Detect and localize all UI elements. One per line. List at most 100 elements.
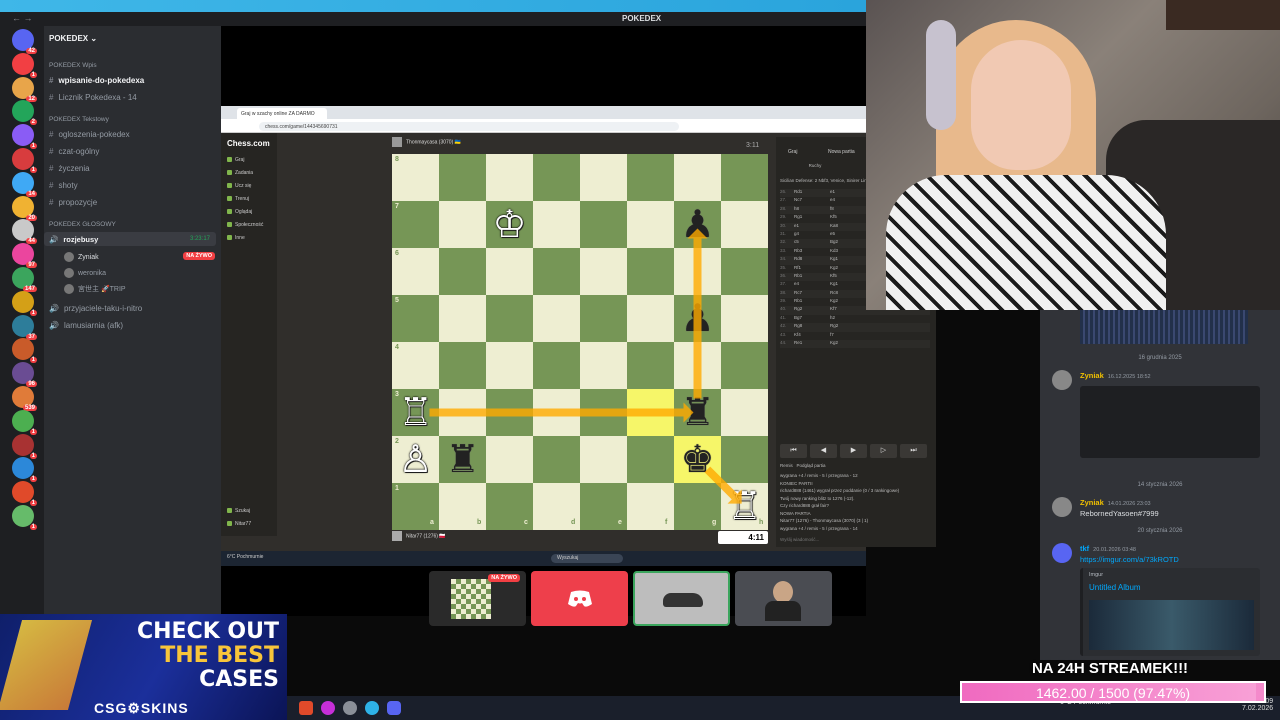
square-b5[interactable] (439, 295, 486, 342)
black-rook-g3-icon[interactable]: ♜ (674, 389, 721, 436)
server-icon[interactable]: 12 (12, 76, 37, 102)
white-pawn-icon[interactable]: ♙ (392, 436, 439, 483)
white-move[interactable]: e4 (794, 281, 830, 286)
square-d3[interactable] (533, 389, 580, 436)
remis-link[interactable]: Remis (780, 463, 793, 468)
server-icon[interactable]: 1 (12, 52, 37, 78)
square-f6[interactable] (627, 248, 674, 295)
square-c6[interactable] (486, 248, 533, 295)
brave-icon[interactable] (299, 701, 313, 715)
white-move[interactable]: c5 (794, 239, 830, 244)
square-h8[interactable] (721, 154, 768, 201)
square-f5[interactable] (627, 295, 674, 342)
browser-icon[interactable] (365, 701, 379, 715)
server-icon[interactable]: 1 (12, 505, 37, 530)
white-move[interactable]: Rg1 (794, 214, 830, 219)
black-move[interactable]: Kf5 (830, 214, 837, 219)
next-move-button[interactable]: ▶ (840, 444, 867, 458)
first-move-button[interactable]: ⏮ (780, 444, 807, 458)
server-icon[interactable]: 1 (12, 481, 37, 507)
last-move-button[interactable]: ⏭ (900, 444, 927, 458)
white-rook-icon[interactable]: ♖ (392, 389, 439, 436)
server-icon[interactable]: 1 (12, 338, 37, 364)
square-a6[interactable] (392, 248, 439, 295)
app-icon[interactable] (321, 701, 335, 715)
square-b3[interactable] (439, 389, 486, 436)
square-e5[interactable] (580, 295, 627, 342)
channel-shoty[interactable]: # shoty (49, 181, 78, 190)
square-c5[interactable] (486, 295, 533, 342)
avatar[interactable] (1052, 543, 1072, 563)
white-move[interactable]: Rd1 (794, 189, 830, 194)
channel-licznik[interactable]: # Licznik Pokedexa - 14 (49, 93, 137, 102)
square-f3[interactable] (627, 389, 674, 436)
channel-czat[interactable]: # czat-ogólny (49, 147, 99, 156)
black-move[interactable]: Kg1 (830, 281, 838, 286)
black-move[interactable]: e5 (830, 231, 835, 236)
server-icon[interactable]: 14 (12, 171, 37, 197)
white-move[interactable]: Rb1 (794, 273, 830, 278)
white-move[interactable]: Rf1 (794, 265, 830, 270)
white-move[interactable]: g4 (794, 231, 830, 236)
white-move[interactable]: Bg7 (794, 315, 830, 320)
message-link[interactable]: https://imgur.com/a/73kROTD (1080, 555, 1179, 564)
black-king-icon[interactable]: ♚ (674, 436, 721, 483)
voice-user-weronika[interactable]: weronika (64, 268, 106, 278)
square-g6[interactable] (674, 248, 721, 295)
server-icon[interactable]: 42 (12, 29, 37, 54)
white-move[interactable]: e1 (794, 223, 830, 228)
black-move[interactable]: Rg2 (830, 323, 838, 328)
move-row[interactable]: 42. Rg8 Rg2 (780, 323, 930, 332)
server-icon[interactable]: 539 (12, 386, 37, 411)
inner-search[interactable]: Wyszukaj (551, 554, 623, 563)
prev-move-button[interactable]: ◀ (810, 444, 837, 458)
square-a5[interactable] (392, 295, 439, 342)
category-tekstowy[interactable]: POKEDEX Tekstowy (49, 116, 109, 123)
square-e2[interactable] (580, 436, 627, 483)
square-b7[interactable] (439, 201, 486, 248)
square-c8[interactable] (486, 154, 533, 201)
server-icon[interactable]: 1 (12, 457, 37, 483)
tab-nowa-partia[interactable]: Nowa partia (828, 149, 855, 155)
embed-image[interactable] (1089, 600, 1254, 650)
black-move[interactable]: Kf5 (830, 273, 837, 278)
url-field[interactable]: chess.com/game/144345690731 (259, 122, 679, 131)
black-move[interactable]: Kg1 (830, 256, 838, 261)
white-move[interactable]: Rg2 (794, 306, 830, 311)
server-icon[interactable]: 97 (12, 243, 37, 269)
white-move[interactable]: Rb3 (794, 248, 830, 253)
discord-tile[interactable] (531, 571, 628, 626)
square-f7[interactable] (627, 201, 674, 248)
white-move[interactable]: Nc7 (794, 197, 830, 202)
menu-inne[interactable]: Inne (227, 235, 245, 241)
square-c4[interactable] (486, 342, 533, 389)
square-d5[interactable] (533, 295, 580, 342)
square-b6[interactable] (439, 248, 486, 295)
voice-user-zyniak[interactable]: Zyniak (64, 252, 99, 262)
avatar[interactable] (1052, 497, 1072, 517)
square-a7[interactable] (392, 201, 439, 248)
square-d7[interactable] (533, 201, 580, 248)
square-g4[interactable] (674, 342, 721, 389)
menu-zadania[interactable]: Zadania (227, 170, 253, 176)
server-icon[interactable]: 1 (12, 290, 37, 316)
white-move[interactable]: h8 (794, 206, 830, 211)
square-d2[interactable] (533, 436, 580, 483)
embed-title[interactable]: Untitled Album (1089, 583, 1141, 592)
settings-icon[interactable] (343, 701, 357, 715)
white-move[interactable]: Re1 (794, 340, 830, 345)
server-icon[interactable]: 20 (12, 195, 37, 221)
white-move[interactable]: Rb1 (794, 298, 830, 303)
black-move[interactable]: Ka8 (830, 223, 838, 228)
square-h2[interactable] (721, 436, 768, 483)
channel-wpisanie[interactable]: # wpisanie-do-pokedexa (49, 76, 144, 85)
black-move[interactable]: f7 (830, 332, 834, 337)
square-e4[interactable] (580, 342, 627, 389)
server-icon[interactable]: 1 (12, 124, 37, 150)
menu-profile[interactable]: Nitar77 (227, 521, 251, 527)
server-icon[interactable]: 1 (12, 148, 37, 173)
chesscom-logo[interactable]: Chess.com (227, 139, 270, 148)
menu-szukaj[interactable]: Szukaj (227, 508, 250, 514)
chess-board[interactable]: 8 7 6 5 4 3 2 1 a b c d e f g h ♔ ♖ ♙ ♖ ♜ ♜ ♟ ♟ ♚ (392, 154, 768, 530)
chess-stream-tile[interactable]: NA ŻYWO (429, 571, 526, 626)
